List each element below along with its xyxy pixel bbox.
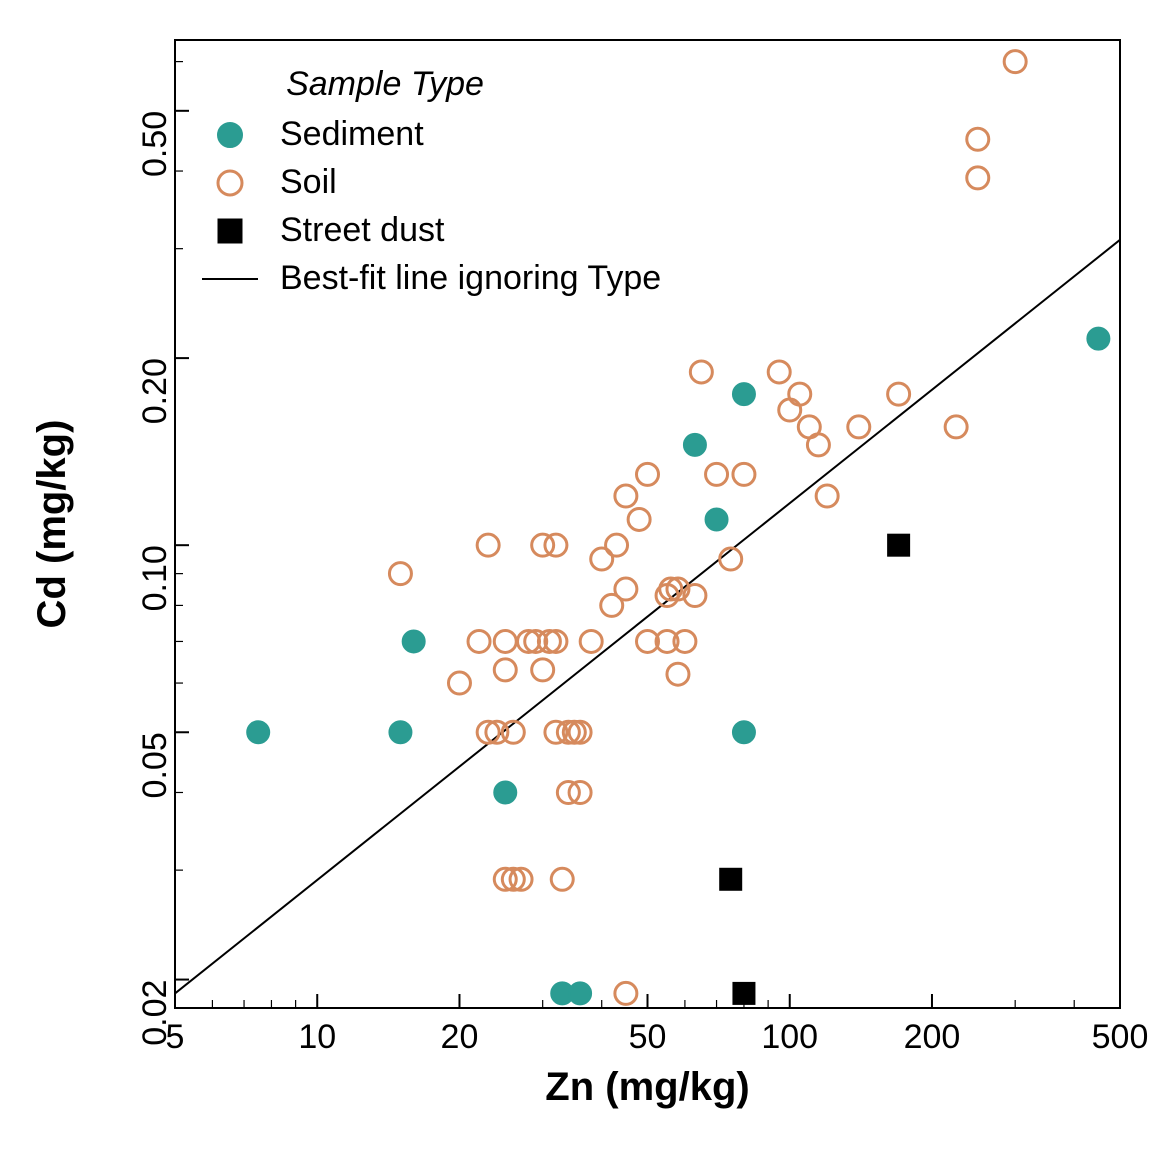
data-point <box>733 721 755 743</box>
data-point <box>606 534 628 556</box>
data-point <box>945 416 967 438</box>
legend-label: Best-fit line ignoring Type <box>280 259 661 297</box>
y-axis-label: Cd (mg/kg) <box>30 420 74 629</box>
data-point <box>967 128 989 150</box>
data-point <box>389 721 411 743</box>
data-point <box>848 416 870 438</box>
data-point <box>551 868 573 890</box>
data-point <box>615 982 637 1004</box>
data-point <box>532 659 554 681</box>
data-point <box>733 982 755 1004</box>
data-point <box>720 868 742 890</box>
data-point <box>888 383 910 405</box>
data-point <box>448 672 470 694</box>
y-tick-label: 0.10 <box>136 545 174 611</box>
data-point <box>494 781 516 803</box>
x-axis-label: Zn (mg/kg) <box>545 1065 749 1109</box>
data-point <box>477 534 499 556</box>
y-tick-label: 0.05 <box>136 732 174 798</box>
x-tick-label: 100 <box>761 1018 818 1056</box>
y-tick-label: 0.20 <box>136 358 174 424</box>
y-tick-label: 0.02 <box>136 980 174 1046</box>
data-point <box>807 434 829 456</box>
data-point <box>706 463 728 485</box>
data-point <box>403 630 425 652</box>
x-tick-label: 20 <box>441 1018 479 1056</box>
data-point <box>706 508 728 530</box>
scatter-chart: 51020501002005000.020.050.100.200.50Zn (… <box>0 0 1152 1152</box>
data-point <box>888 534 910 556</box>
data-point <box>1004 51 1026 73</box>
data-point <box>615 578 637 600</box>
best-fit-line <box>175 240 1120 994</box>
x-tick-label: 50 <box>629 1018 667 1056</box>
data-point <box>580 630 602 652</box>
data-point <box>684 434 706 456</box>
x-tick-label: 500 <box>1092 1018 1149 1056</box>
data-point <box>468 630 490 652</box>
data-point <box>545 534 567 556</box>
data-point <box>779 399 801 421</box>
data-point <box>967 167 989 189</box>
x-tick-label: 10 <box>298 1018 336 1056</box>
chart-container: 51020501002005000.020.050.100.200.50Zn (… <box>0 0 1152 1152</box>
data-point <box>628 508 650 530</box>
data-point <box>816 485 838 507</box>
data-point <box>218 123 242 147</box>
legend-label: Soil <box>280 163 337 201</box>
y-tick-label: 0.50 <box>136 111 174 177</box>
data-point <box>690 361 712 383</box>
data-point <box>247 721 269 743</box>
data-point <box>667 663 689 685</box>
data-point <box>532 534 554 556</box>
data-point <box>591 548 613 570</box>
legend-title: Sample Type <box>286 65 484 103</box>
data-point <box>768 361 790 383</box>
data-point <box>569 982 591 1004</box>
data-point <box>218 171 242 195</box>
data-point <box>615 485 637 507</box>
data-point <box>494 630 516 652</box>
legend-label: Street dust <box>280 211 445 249</box>
legend-label: Sediment <box>280 115 424 153</box>
data-point <box>218 219 242 243</box>
data-point <box>1087 328 1109 350</box>
data-point <box>637 463 659 485</box>
data-point <box>494 659 516 681</box>
data-point <box>733 463 755 485</box>
x-tick-label: 200 <box>904 1018 961 1056</box>
data-point <box>733 383 755 405</box>
data-point <box>389 563 411 585</box>
data-point <box>789 383 811 405</box>
